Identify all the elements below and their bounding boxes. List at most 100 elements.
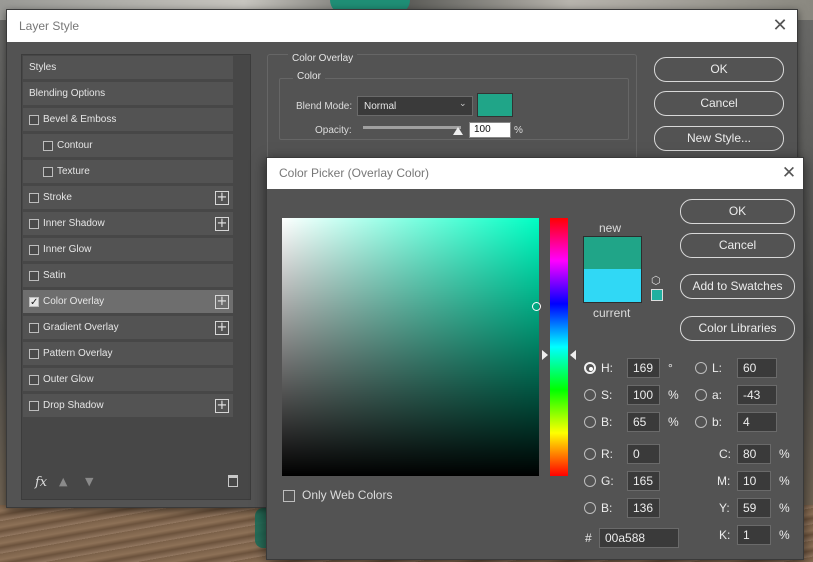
- lab-a-input[interactable]: -43: [737, 385, 777, 405]
- black-input[interactable]: 1: [737, 525, 771, 545]
- red-radio[interactable]: [584, 448, 596, 460]
- lab-l-input[interactable]: 60: [737, 358, 777, 378]
- web-safe-color-swatch[interactable]: [651, 289, 663, 301]
- black-label: K:: [719, 528, 731, 542]
- lab-a-radio[interactable]: [695, 389, 707, 401]
- overlay-color-swatch[interactable]: [477, 93, 513, 117]
- saturation-input[interactable]: 100: [627, 385, 660, 405]
- lab-a-label: a:: [712, 388, 723, 402]
- cube-icon[interactable]: ⬡: [651, 274, 661, 287]
- hex-input[interactable]: 00a588: [599, 528, 679, 548]
- yellow-label: Y:: [719, 501, 730, 515]
- only-web-colors-checkbox[interactable]: [283, 490, 295, 502]
- style-item-label: Inner Shadow: [43, 218, 105, 229]
- color-libraries-button[interactable]: Color Libraries: [680, 316, 795, 341]
- lab-b-input[interactable]: 4: [737, 412, 777, 432]
- hue-slider[interactable]: [550, 218, 568, 476]
- green-input[interactable]: 165: [627, 471, 660, 491]
- style-checkbox[interactable]: [29, 291, 39, 315]
- hue-slider-right-arrow[interactable]: [570, 350, 576, 360]
- style-item-styles[interactable]: Styles: [23, 56, 233, 80]
- color-picker-dialog: Color Picker (Overlay Color) ✕ new curre…: [266, 157, 804, 560]
- style-item-gradient-overlay[interactable]: Gradient Overlay +: [23, 316, 233, 340]
- style-item-texture[interactable]: Texture: [23, 160, 233, 184]
- style-item-label: Contour: [57, 140, 93, 151]
- style-checkbox[interactable]: [29, 271, 39, 281]
- add-to-swatches-button[interactable]: Add to Swatches: [680, 274, 795, 299]
- opacity-slider[interactable]: [363, 126, 461, 129]
- style-item-label: Stroke: [43, 192, 72, 203]
- color-picker-titlebar[interactable]: Color Picker (Overlay Color) ✕: [267, 158, 803, 189]
- brightness-input[interactable]: 65: [627, 412, 660, 432]
- blend-mode-select[interactable]: Normal: [357, 96, 473, 116]
- saturation-brightness-field[interactable]: [282, 218, 541, 476]
- style-checkbox[interactable]: [29, 349, 39, 359]
- style-checkbox[interactable]: [29, 219, 39, 229]
- style-checkbox[interactable]: [29, 323, 39, 333]
- styles-list: Styles Blending Options Bevel & Emboss Cont…: [21, 54, 251, 500]
- add-effect-icon[interactable]: +: [215, 191, 229, 205]
- styles-list-scrollbar[interactable]: [235, 56, 249, 498]
- opacity-input[interactable]: 100: [469, 122, 511, 138]
- brightness-radio[interactable]: [584, 416, 596, 428]
- cancel-button[interactable]: Cancel: [680, 233, 795, 258]
- new-color-swatch: [583, 236, 642, 269]
- lab-b-radio[interactable]: [695, 416, 707, 428]
- add-effect-icon[interactable]: +: [215, 399, 229, 413]
- style-item-bevel-emboss[interactable]: Bevel & Emboss: [23, 108, 233, 132]
- ok-button[interactable]: OK: [654, 57, 784, 82]
- hue-input[interactable]: 169: [627, 358, 660, 378]
- layer-style-titlebar[interactable]: Layer Style ✕: [7, 10, 797, 42]
- color-marker[interactable]: [532, 302, 541, 311]
- trash-icon[interactable]: [228, 475, 238, 487]
- style-checkbox[interactable]: [43, 141, 53, 151]
- style-item-satin[interactable]: Satin: [23, 264, 233, 288]
- blue-radio[interactable]: [584, 502, 596, 514]
- hue-radio[interactable]: [584, 362, 596, 374]
- style-checkbox[interactable]: [43, 167, 53, 177]
- yellow-input[interactable]: 59: [737, 498, 771, 518]
- cyan-unit: %: [779, 447, 790, 461]
- style-checkbox[interactable]: [29, 245, 39, 255]
- add-effect-icon[interactable]: +: [215, 321, 229, 335]
- style-checkbox[interactable]: [29, 193, 39, 203]
- style-item-blending-options[interactable]: Blending Options: [23, 82, 233, 106]
- cyan-input[interactable]: 80: [737, 444, 771, 464]
- magenta-input[interactable]: 10: [737, 471, 771, 491]
- add-effect-icon[interactable]: +: [215, 217, 229, 231]
- style-item-inner-shadow[interactable]: Inner Shadow +: [23, 212, 233, 236]
- style-item-contour[interactable]: Contour: [23, 134, 233, 158]
- new-style-button[interactable]: New Style...: [654, 126, 784, 151]
- lab-l-radio[interactable]: [695, 362, 707, 374]
- green-radio[interactable]: [584, 475, 596, 487]
- saturation-radio[interactable]: [584, 389, 596, 401]
- blue-input[interactable]: 136: [627, 498, 660, 518]
- style-item-color-overlay[interactable]: Color Overlay +: [23, 290, 233, 315]
- ok-button[interactable]: OK: [680, 199, 795, 224]
- style-item-pattern-overlay[interactable]: Pattern Overlay: [23, 342, 233, 366]
- brightness-label: B:: [601, 415, 613, 429]
- style-checkbox[interactable]: [29, 401, 39, 411]
- current-color-label: current: [593, 306, 631, 320]
- add-effect-icon[interactable]: +: [215, 295, 229, 309]
- style-item-stroke[interactable]: Stroke +: [23, 186, 233, 210]
- style-checkbox[interactable]: [29, 115, 39, 125]
- style-item-inner-glow[interactable]: Inner Glow: [23, 238, 233, 262]
- style-item-label: Outer Glow: [43, 374, 94, 385]
- current-color-swatch[interactable]: [583, 269, 642, 303]
- hue-slider-left-arrow[interactable]: [542, 350, 548, 360]
- close-icon[interactable]: ✕: [779, 163, 799, 183]
- red-input[interactable]: 0: [627, 444, 660, 464]
- style-item-drop-shadow[interactable]: Drop Shadow +: [23, 394, 233, 418]
- style-item-label: Satin: [43, 270, 66, 281]
- style-item-outer-glow[interactable]: Outer Glow: [23, 368, 233, 392]
- arrow-up-icon[interactable]: ▲: [59, 475, 67, 488]
- close-icon[interactable]: ✕: [770, 15, 790, 35]
- hue-unit: °: [668, 361, 673, 375]
- cancel-button[interactable]: Cancel: [654, 91, 784, 116]
- opacity-slider-thumb[interactable]: [453, 127, 463, 135]
- red-label: R:: [601, 447, 613, 461]
- style-checkbox[interactable]: [29, 375, 39, 385]
- fx-icon[interactable]: fx: [35, 475, 47, 490]
- arrow-down-icon[interactable]: ▼: [85, 475, 93, 488]
